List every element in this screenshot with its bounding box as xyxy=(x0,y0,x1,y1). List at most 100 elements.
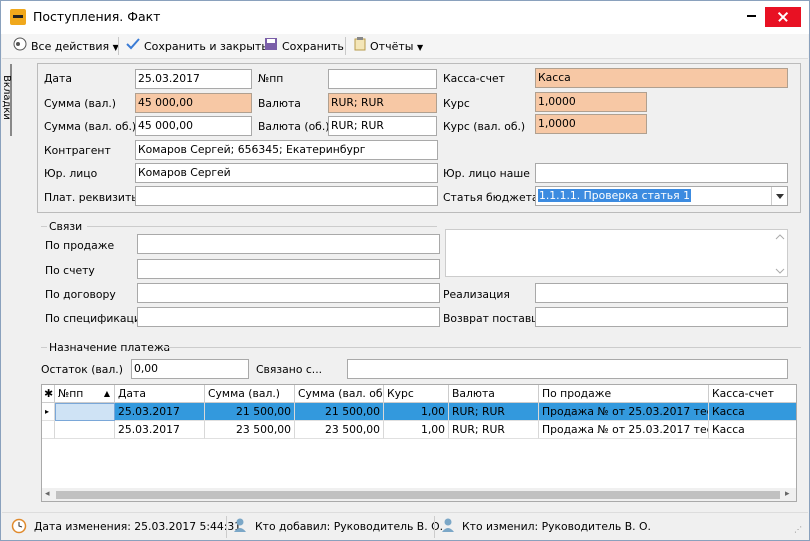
date-field[interactable]: 25.03.2017 xyxy=(135,69,252,89)
currency-general-field[interactable]: RUR; RUR xyxy=(328,116,437,136)
table-cell[interactable]: Касса xyxy=(709,403,796,421)
budget-item-select[interactable]: 1.1.1.1. Проверка статья 1 xyxy=(535,186,788,206)
reports-button[interactable]: Отчёты ▼ xyxy=(354,37,423,57)
return-field[interactable] xyxy=(535,307,788,327)
column-header-by-sale[interactable]: По продаже xyxy=(539,385,709,403)
currency-label: Валюта xyxy=(258,97,301,110)
contractor-field[interactable]: Комаров Сергей; 656345; Екатеринбург xyxy=(135,140,438,160)
payments-table: ✱ №пп ▲ Дата Сумма (вал.) Сумма (вал. об.… xyxy=(41,384,797,502)
close-button[interactable] xyxy=(765,7,801,27)
number-field[interactable] xyxy=(328,69,437,89)
toolbar-divider xyxy=(345,37,346,55)
column-header-sum-general[interactable]: Сумма (вал. об.) xyxy=(295,385,384,403)
table-cell[interactable]: 23 500,00 xyxy=(205,421,295,439)
column-header-currency[interactable]: Валюта xyxy=(449,385,539,403)
all-actions-button[interactable]: Все действия ▼ xyxy=(13,37,119,57)
app-window: Поступления. Факт Все действия ▼ Сохрани… xyxy=(0,0,810,541)
memo-scrollbar[interactable] xyxy=(775,233,785,275)
realization-label: Реализация xyxy=(443,288,510,301)
toolbar-divider xyxy=(118,37,119,55)
sum-label: Сумма (вал.) xyxy=(44,97,117,110)
row-pointer-icon: ▸ xyxy=(42,403,55,421)
table-cell[interactable]: 1,00 xyxy=(384,421,449,439)
links-section-title: Связи xyxy=(49,220,83,233)
changed-by-text: Кто изменил: Руководитель В. О. xyxy=(462,520,651,533)
added-by-text: Кто добавил: Руководитель В. О. xyxy=(255,520,443,533)
rate-general-label: Курс (вал. об.) xyxy=(443,120,526,133)
column-header-cash[interactable]: Касса-счет xyxy=(709,385,796,403)
rest-label: Остаток (вал.) xyxy=(41,363,123,376)
minimize-button[interactable] xyxy=(741,7,763,25)
save-button[interactable]: Сохранить xyxy=(264,37,344,57)
table-cell[interactable]: 1,00 xyxy=(384,403,449,421)
status-divider xyxy=(226,516,227,538)
table-cell[interactable]: Касса xyxy=(709,421,796,439)
rate-field[interactable]: 1,0000 xyxy=(535,92,647,112)
rate-general-field[interactable]: 1,0000 xyxy=(535,114,647,134)
realization-field[interactable] xyxy=(535,283,788,303)
row-header xyxy=(42,421,55,439)
by-invoice-label: По счету xyxy=(45,264,95,277)
save-close-button[interactable]: Сохранить и закрыть xyxy=(126,37,268,57)
title-bar: Поступления. Факт xyxy=(1,1,809,34)
scroll-left-icon[interactable]: ◂ xyxy=(45,489,50,499)
by-contract-label: По договору xyxy=(45,288,116,301)
section-divider xyxy=(41,347,47,348)
table-cell[interactable]: Продажа № от 25.03.2017 тест xyxy=(539,403,709,421)
table-cell[interactable]: RUR; RUR xyxy=(449,421,539,439)
rest-field[interactable]: 0,00 xyxy=(131,359,249,379)
column-header-num[interactable]: №пп ▲ xyxy=(55,385,115,403)
table-cell[interactable]: 25.03.2017 xyxy=(115,421,205,439)
rate-label: Курс xyxy=(443,97,470,110)
side-tab-tabs[interactable]: Вкладки xyxy=(1,64,24,136)
chevron-down-icon[interactable] xyxy=(771,187,787,205)
window-title: Поступления. Факт xyxy=(33,9,161,24)
scrollbar-thumb[interactable] xyxy=(56,491,780,499)
by-spec-label: По спецификации xyxy=(45,312,148,325)
cash-account-field[interactable]: Касса xyxy=(535,68,788,88)
sum-general-field[interactable]: 45 000,00 xyxy=(135,116,252,136)
user-icon xyxy=(233,517,247,536)
table-cell[interactable]: Продажа № от 25.03.2017 тест xyxy=(539,421,709,439)
table-cell[interactable]: 23 500,00 xyxy=(295,421,384,439)
table-cell[interactable]: RUR; RUR xyxy=(449,403,539,421)
date-label: Дата xyxy=(44,72,72,85)
by-sale-field[interactable] xyxy=(137,234,440,254)
modified-date-text: Дата изменения: 25.03.2017 5:44:31 xyxy=(34,520,242,533)
legal-entity-label: Юр. лицо xyxy=(44,167,98,180)
scroll-right-icon[interactable]: ▸ xyxy=(785,489,790,499)
column-header-date[interactable]: Дата xyxy=(115,385,205,403)
payment-details-field[interactable] xyxy=(135,186,438,206)
floppy-disk-icon xyxy=(264,37,278,57)
chevron-down-icon: ▼ xyxy=(416,43,424,52)
by-spec-field[interactable] xyxy=(137,307,440,327)
column-header-sum[interactable]: Сумма (вал.) xyxy=(205,385,295,403)
table-cell[interactable]: 21 500,00 xyxy=(205,403,295,421)
column-header-rate[interactable]: Курс xyxy=(384,385,449,403)
table-cell[interactable]: 21 500,00 xyxy=(295,403,384,421)
resize-grip-icon[interactable]: ⋰ xyxy=(794,525,802,534)
status-divider xyxy=(434,516,435,538)
sum-general-label: Сумма (вал. об.) xyxy=(44,120,137,133)
asterisk-icon: ✱ xyxy=(42,385,55,403)
table-cell[interactable]: 25.03.2017 xyxy=(115,403,205,421)
legal-entity-field[interactable]: Комаров Сергей xyxy=(135,163,438,183)
table-cell[interactable] xyxy=(55,403,115,421)
user-icon xyxy=(441,517,455,536)
app-logo-icon xyxy=(10,9,26,25)
currency-field[interactable]: RUR; RUR xyxy=(328,93,437,113)
by-contract-field[interactable] xyxy=(137,283,440,303)
by-invoice-field[interactable] xyxy=(137,259,440,279)
actions-menu-icon xyxy=(13,37,27,57)
sum-field[interactable]: 45 000,00 xyxy=(135,93,252,113)
horizontal-scrollbar[interactable]: ◂ ▸ xyxy=(42,488,796,501)
links-memo-field[interactable] xyxy=(445,229,788,277)
table-cell[interactable] xyxy=(55,421,115,439)
sort-asc-icon: ▲ xyxy=(103,389,110,398)
clock-icon xyxy=(11,518,27,537)
our-legal-entity-field[interactable] xyxy=(535,163,788,183)
return-label: Возврат поставщ xyxy=(443,312,542,325)
section-divider xyxy=(87,226,437,227)
budget-item-label: Статья бюджета xyxy=(443,191,539,204)
linked-with-field[interactable] xyxy=(347,359,788,379)
